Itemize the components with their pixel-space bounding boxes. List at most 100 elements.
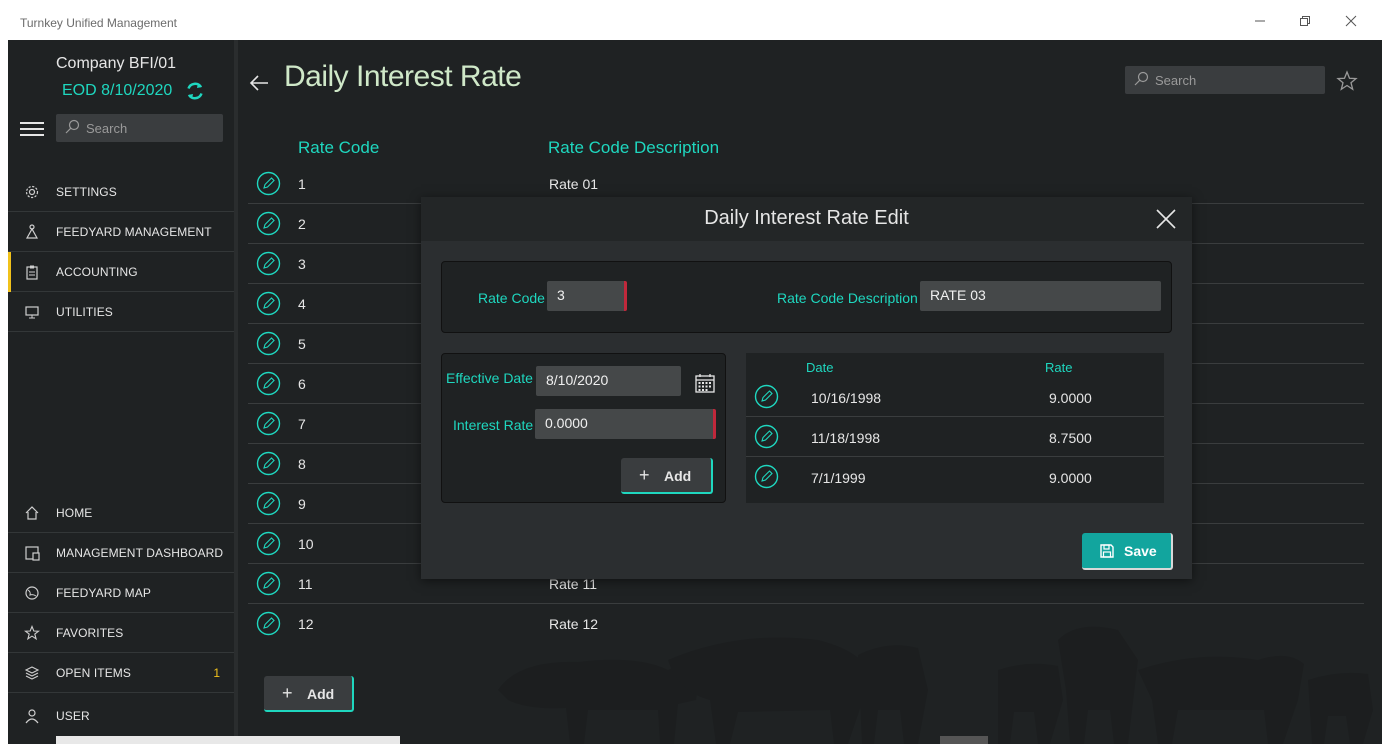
rate-description-cell: Rate 01 bbox=[549, 176, 599, 192]
sidebar-item-open-items[interactable]: OPEN ITEMS 1 bbox=[8, 653, 234, 693]
sidebar-item-label: ACCOUNTING bbox=[56, 265, 138, 279]
search-placeholder: Search bbox=[86, 121, 128, 136]
rate-history-grid: Date Rate 10/16/1998 9.0000 11/18/1998 8… bbox=[746, 353, 1164, 503]
close-icon[interactable] bbox=[1154, 207, 1178, 231]
rate-code-cell: 5 bbox=[298, 336, 306, 352]
monitor-icon bbox=[25, 306, 39, 319]
save-button[interactable]: Save bbox=[1082, 533, 1173, 570]
column-header-date[interactable]: Date bbox=[806, 360, 833, 375]
open-items-count-badge: 1 bbox=[213, 666, 220, 680]
sidebar-item-label: SETTINGS bbox=[56, 185, 117, 199]
search-input[interactable]: Search bbox=[1125, 66, 1325, 94]
rate-date-cell: 10/16/1998 bbox=[811, 390, 882, 406]
rate-value-cell: 8.7500 bbox=[1049, 430, 1092, 446]
dashboard-icon bbox=[25, 546, 40, 561]
sidebar-item-label: FAVORITES bbox=[56, 626, 124, 640]
plus-icon: + bbox=[639, 465, 650, 485]
edit-pencil-icon[interactable] bbox=[256, 491, 281, 516]
rate-code-cell: 1 bbox=[298, 176, 306, 192]
add-rate-button[interactable]: + Add bbox=[264, 676, 354, 712]
search-icon bbox=[1134, 71, 1149, 86]
edit-pencil-icon[interactable] bbox=[256, 611, 281, 636]
favorite-star-icon[interactable] bbox=[1336, 70, 1358, 92]
rate-code-cell: 11 bbox=[298, 576, 313, 592]
edit-pencil-icon[interactable] bbox=[754, 424, 779, 449]
minimize-button[interactable] bbox=[1250, 12, 1270, 32]
save-button-label: Save bbox=[1124, 543, 1157, 559]
sidebar-item-label: USER bbox=[56, 709, 90, 723]
edit-pencil-icon[interactable] bbox=[256, 331, 281, 356]
column-header-rate-code[interactable]: Rate Code bbox=[298, 138, 379, 158]
sidebar-item-favorites[interactable]: FAVORITES bbox=[8, 613, 234, 653]
globe-icon bbox=[25, 586, 39, 600]
edit-pencil-icon[interactable] bbox=[256, 251, 281, 276]
rate-date-cell: 11/18/1998 bbox=[811, 430, 881, 446]
effective-date-label: Effective Date bbox=[446, 370, 533, 386]
user-icon bbox=[25, 709, 39, 724]
add-rate-entry-button[interactable]: + Add bbox=[621, 458, 713, 494]
rate-date-cell: 7/1/1999 bbox=[811, 470, 866, 486]
sidebar-item-settings[interactable]: SETTINGS bbox=[8, 172, 234, 212]
table-row[interactable]: 11/18/1998 8.7500 bbox=[746, 417, 1164, 457]
horizontal-scrollbar-thumb[interactable] bbox=[940, 736, 988, 744]
table-row[interactable]: 10/16/1998 9.0000 bbox=[746, 377, 1164, 417]
refresh-icon[interactable] bbox=[184, 80, 206, 102]
rate-description-cell: Rate 12 bbox=[549, 616, 599, 632]
hamburger-menu-icon[interactable] bbox=[20, 122, 44, 138]
rate-code-cell: 7 bbox=[298, 416, 306, 432]
rate-description-label: Rate Code Description bbox=[777, 290, 918, 306]
sidebar-item-label: FEEDYARD MANAGEMENT bbox=[56, 225, 212, 239]
edit-pencil-icon[interactable] bbox=[256, 211, 281, 236]
column-header-rate[interactable]: Rate bbox=[1045, 360, 1072, 375]
rate-value-cell: 9.0000 bbox=[1049, 470, 1092, 486]
rate-code-cell: 10 bbox=[298, 536, 314, 552]
calendar-icon[interactable] bbox=[694, 372, 716, 394]
interest-rate-label: Interest Rate bbox=[453, 417, 534, 433]
rate-entry-panel: Effective Date 8/10/2020 Interest Rate 0… bbox=[441, 353, 726, 503]
feedyard-icon bbox=[25, 224, 39, 239]
sidebar-item-label: UTILITIES bbox=[56, 305, 113, 319]
sidebar-item-feedyard-map[interactable]: FEEDYARD MAP bbox=[8, 573, 234, 613]
effective-date-field[interactable]: 8/10/2020 bbox=[536, 366, 681, 396]
sidebar-item-label: OPEN ITEMS bbox=[56, 666, 132, 680]
sidebar-item-accounting[interactable]: ACCOUNTING bbox=[8, 252, 234, 292]
edit-pencil-icon[interactable] bbox=[256, 171, 281, 196]
interest-rate-field[interactable]: 0.0000 bbox=[535, 409, 716, 439]
sidebar-item-label: FEEDYARD MAP bbox=[56, 586, 151, 600]
search-placeholder: Search bbox=[1155, 73, 1197, 88]
home-icon bbox=[25, 506, 39, 520]
sidebar-item-label: MANAGEMENT DASHBOARD bbox=[56, 546, 224, 560]
dialog-header: Daily Interest Rate Edit bbox=[421, 197, 1192, 241]
rate-code-field[interactable]: 3 bbox=[547, 281, 627, 311]
edit-pencil-icon[interactable] bbox=[256, 291, 281, 316]
rate-code-label: Rate Code bbox=[478, 290, 545, 306]
rate-code-cell: 12 bbox=[298, 616, 314, 632]
restore-button[interactable] bbox=[1295, 12, 1315, 32]
add-button-label: Add bbox=[664, 468, 692, 484]
sidebar-item-home[interactable]: HOME bbox=[8, 493, 234, 533]
dialog-title: Daily Interest Rate Edit bbox=[704, 207, 909, 229]
edit-pencil-icon[interactable] bbox=[754, 384, 779, 409]
search-icon bbox=[65, 119, 80, 134]
sidebar-item-feedyard-management[interactable]: FEEDYARD MANAGEMENT bbox=[8, 212, 234, 252]
sidebar-item-management-dashboard[interactable]: MANAGEMENT DASHBOARD bbox=[8, 533, 234, 573]
minimize-icon bbox=[1255, 20, 1265, 22]
rate-code-panel: Rate Code 3 Rate Code Description RATE 0… bbox=[441, 261, 1172, 333]
back-arrow-icon[interactable] bbox=[248, 72, 270, 94]
close-window-button[interactable] bbox=[1341, 12, 1361, 32]
column-header-rate-description[interactable]: Rate Code Description bbox=[548, 138, 719, 158]
edit-pencil-icon[interactable] bbox=[256, 411, 281, 436]
sidebar-search-input[interactable]: Search bbox=[56, 114, 223, 142]
edit-pencil-icon[interactable] bbox=[754, 464, 779, 489]
edit-dialog: Daily Interest Rate Edit Rate Code 3 Rat… bbox=[421, 197, 1192, 579]
edit-pencil-icon[interactable] bbox=[256, 571, 281, 596]
add-button-label: Add bbox=[307, 686, 335, 702]
edit-pencil-icon[interactable] bbox=[256, 371, 281, 396]
sidebar-item-user[interactable]: USER bbox=[8, 696, 234, 736]
edit-pencil-icon[interactable] bbox=[256, 531, 281, 556]
table-row[interactable]: 7/1/1999 9.0000 bbox=[746, 457, 1164, 497]
table-row[interactable]: 12 Rate 12 bbox=[248, 604, 1364, 644]
rate-description-field[interactable]: RATE 03 bbox=[920, 281, 1161, 311]
sidebar-item-utilities[interactable]: UTILITIES bbox=[8, 292, 234, 332]
edit-pencil-icon[interactable] bbox=[256, 451, 281, 476]
